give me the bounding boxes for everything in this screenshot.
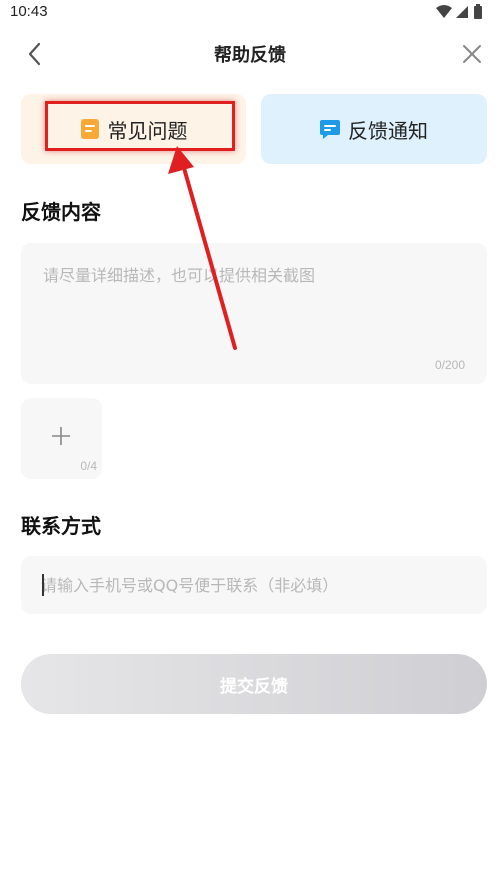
feedback-char-count: 0/200 xyxy=(434,358,465,372)
image-upload-button[interactable]: 0/4 xyxy=(21,398,102,479)
tab-notice-label: 反馈通知 xyxy=(348,118,428,143)
plus-icon xyxy=(52,427,70,445)
battery-icon xyxy=(474,6,482,19)
contact-input[interactable] xyxy=(41,556,471,614)
status-bar: 10:43 xyxy=(0,0,500,24)
nav-bar: 帮助反馈 xyxy=(0,28,500,80)
wifi-icon xyxy=(436,5,452,18)
status-icons xyxy=(436,4,482,19)
tab-feedback-notice[interactable]: 反馈通知 xyxy=(261,94,487,164)
status-time: 10:43 xyxy=(10,3,48,20)
close-icon[interactable] xyxy=(458,40,486,68)
submit-feedback-button[interactable]: 提交反馈 xyxy=(21,654,487,714)
feedback-section-title: 反馈内容 xyxy=(21,200,101,224)
contact-section-title: 联系方式 xyxy=(21,514,101,538)
contact-field-wrapper xyxy=(21,556,487,614)
signal-icon xyxy=(456,6,468,18)
page-title: 帮助反馈 xyxy=(214,45,286,66)
submit-label: 提交反馈 xyxy=(220,676,288,696)
upload-count: 0/4 xyxy=(80,459,97,473)
feedback-placeholder: 请尽量详细描述，也可以提供相关截图 xyxy=(43,266,316,285)
text-caret xyxy=(42,574,44,596)
feedback-textarea[interactable]: 请尽量详细描述，也可以提供相关截图 0/200 xyxy=(21,243,487,384)
message-icon xyxy=(320,120,340,139)
highlight-box xyxy=(45,101,235,151)
